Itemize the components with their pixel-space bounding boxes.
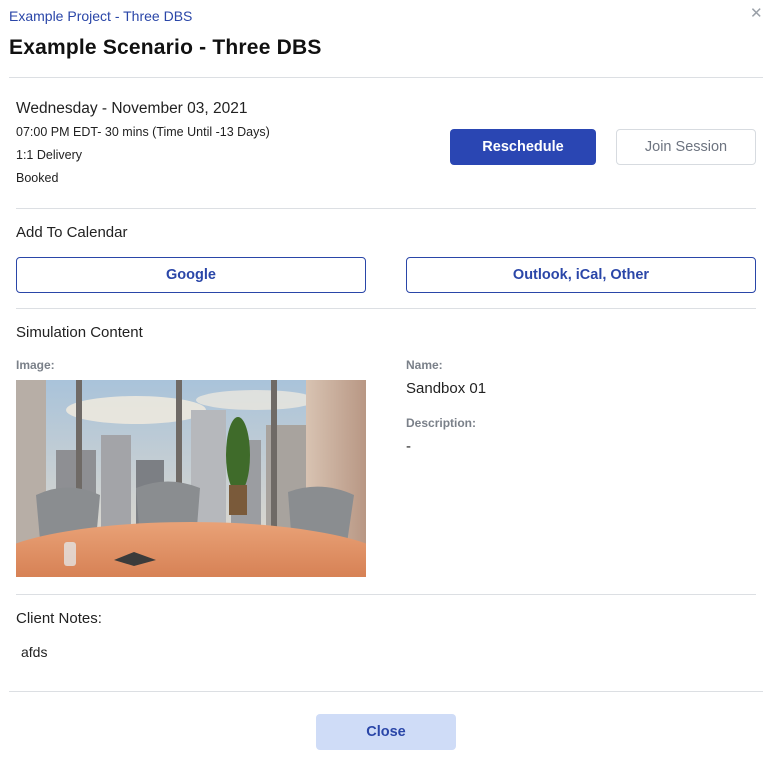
add-to-calendar-heading: Add To Calendar bbox=[16, 224, 128, 241]
divider bbox=[16, 594, 756, 595]
description-value: - bbox=[406, 438, 411, 455]
session-delivery: 1:1 Delivery bbox=[16, 148, 82, 162]
session-date: Wednesday - November 03, 2021 bbox=[16, 100, 248, 117]
session-status: Booked bbox=[16, 171, 59, 185]
image-label: Image: bbox=[16, 358, 55, 372]
google-calendar-button[interactable]: Google bbox=[16, 257, 366, 293]
divider bbox=[16, 208, 756, 209]
description-label: Description: bbox=[406, 416, 477, 430]
session-time: 07:00 PM EDT- 30 mins (Time Until -13 Da… bbox=[16, 125, 270, 139]
divider bbox=[9, 691, 763, 692]
client-notes-heading: Client Notes: bbox=[16, 610, 102, 627]
simulation-thumbnail bbox=[16, 380, 366, 577]
reschedule-button[interactable]: Reschedule bbox=[450, 129, 596, 165]
name-label: Name: bbox=[406, 358, 443, 372]
join-session-button[interactable]: Join Session bbox=[616, 129, 756, 165]
divider bbox=[9, 77, 763, 78]
project-link[interactable]: Example Project - Three DBS bbox=[9, 8, 192, 24]
outlook-ical-button[interactable]: Outlook, iCal, Other bbox=[406, 257, 756, 293]
client-notes-text: afds bbox=[21, 644, 48, 660]
divider bbox=[16, 308, 756, 309]
close-button[interactable]: Close bbox=[316, 714, 456, 750]
simulation-content-heading: Simulation Content bbox=[16, 324, 143, 341]
dialog-title: Example Scenario - Three DBS bbox=[9, 36, 322, 59]
close-icon[interactable]: ✕ bbox=[750, 5, 763, 23]
name-value: Sandbox 01 bbox=[406, 380, 487, 397]
